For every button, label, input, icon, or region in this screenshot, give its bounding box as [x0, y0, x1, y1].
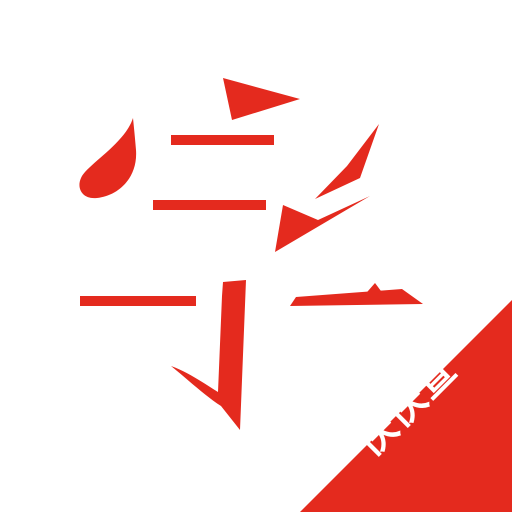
- corner-ribbon: [300, 300, 512, 512]
- app-icon: 快快查: [0, 0, 512, 512]
